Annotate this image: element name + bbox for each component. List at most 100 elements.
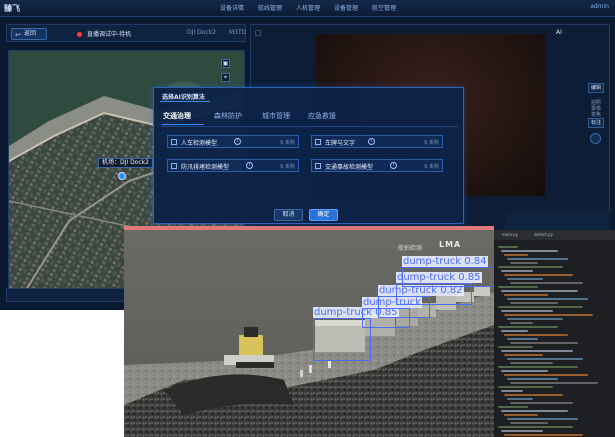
dialog-divider	[162, 126, 458, 127]
code-line	[507, 318, 563, 320]
active-tab-indicator	[162, 124, 204, 125]
code-line	[504, 354, 543, 356]
nav-tab-route[interactable]: 航线管理	[253, 3, 287, 14]
code-line	[507, 418, 578, 420]
info-icon[interactable]: i	[368, 138, 375, 145]
top-navigation-bar: 臻飞 设备详情 航线管理 人机管理 设备管理 航空管理 admin	[0, 0, 615, 17]
model-option-person-vehicle[interactable]: 人车检测模型 i 0 未购	[167, 135, 299, 148]
tab-forest[interactable]: 森林防护	[214, 111, 242, 121]
cancel-button[interactable]: 取消	[274, 209, 303, 221]
code-line	[501, 410, 568, 412]
user-name[interactable]: admin	[590, 3, 609, 10]
code-line	[501, 370, 548, 372]
flight-control-panel	[505, 212, 610, 230]
settings-icon[interactable]	[590, 133, 601, 144]
info-icon[interactable]: i	[390, 162, 397, 169]
model-option-plate-text[interactable]: 车牌与文字 i 0 未购	[311, 135, 443, 148]
nav-tab-airspace[interactable]: 航空管理	[367, 3, 401, 14]
code-line	[510, 322, 533, 324]
editor-tab-main[interactable]: main.py	[502, 232, 518, 238]
code-line	[510, 262, 538, 264]
code-line	[504, 334, 568, 336]
code-line	[504, 374, 588, 376]
back-button[interactable]: ↩ 返回	[11, 28, 47, 40]
back-button-label: 返回	[24, 30, 37, 37]
confirm-button[interactable]: 确定	[309, 209, 338, 221]
fullscreen-icon[interactable]: □	[255, 29, 262, 37]
code-line	[498, 366, 578, 368]
code-line	[510, 302, 558, 304]
code-line	[501, 390, 523, 392]
nav-tab-device-detail[interactable]: 设备详情	[215, 3, 249, 14]
code-line	[510, 402, 573, 404]
model-label: 人车检测模型	[181, 140, 218, 147]
code-line	[498, 386, 553, 388]
ai-toggle[interactable]: AI	[556, 29, 562, 36]
code-line	[504, 254, 528, 256]
model-status: 0 未购	[280, 164, 295, 170]
code-line	[504, 414, 538, 416]
tab-emergency[interactable]: 应急救援	[308, 111, 336, 121]
code-line	[501, 270, 533, 272]
tab-city[interactable]: 城市管理	[262, 111, 290, 121]
code-line	[510, 342, 578, 344]
info-icon[interactable]: i	[246, 162, 253, 169]
model-status: 0 未购	[424, 164, 439, 170]
detection-video-window: 航拍检测 LMA dump-truck 0.85 dump-truck dump…	[124, 226, 494, 437]
ai-algorithm-dialog: 选择AI识别算法 交通治理 森林防护 城市管理 应急救援 人车检测模型 i 0 …	[153, 87, 464, 224]
code-line	[498, 426, 573, 428]
tab-traffic[interactable]: 交通治理	[163, 111, 191, 121]
code-line	[498, 346, 533, 348]
camera-controls-text: 拍照 录像 变焦	[591, 100, 602, 118]
model-checkbox[interactable]	[315, 163, 321, 169]
code-line	[507, 298, 588, 300]
code-line	[498, 326, 558, 328]
code-line	[510, 382, 598, 384]
code-line	[504, 314, 593, 316]
code-line	[507, 278, 543, 280]
code-line	[507, 258, 568, 260]
code-line	[501, 350, 573, 352]
model-checkbox[interactable]	[171, 163, 177, 169]
edit-side-button[interactable]: 编辑	[588, 83, 604, 93]
model-checkbox[interactable]	[315, 139, 321, 145]
code-line	[498, 266, 563, 268]
code-line	[498, 246, 518, 248]
map-layer-button[interactable]: ▣	[221, 59, 230, 68]
dock-name: DJI Dock2	[187, 29, 216, 36]
model-status: 0 未购	[424, 140, 439, 146]
editor-tab-bar: main.py detect.py	[494, 230, 615, 240]
model-label: 交通事故检测模型	[325, 164, 374, 171]
code-line	[501, 290, 578, 292]
code-line	[507, 398, 533, 400]
editor-tab-detect[interactable]: detect.py	[534, 232, 553, 238]
map-toolbar: ↩ 返回 直播调试中-待机 DJI Dock2 M3TD	[6, 24, 246, 42]
record-status-icon	[77, 32, 82, 37]
code-line	[498, 286, 538, 288]
code-line	[501, 250, 558, 252]
code-line	[498, 406, 528, 408]
nav-tab-crew[interactable]: 人机管理	[291, 3, 325, 14]
drone-model: M3TD	[229, 29, 247, 36]
model-checkbox[interactable]	[171, 139, 177, 145]
code-line	[507, 358, 583, 360]
model-option-accident[interactable]: 交通事故检测模型 i 0 未购	[311, 159, 443, 172]
map-locate-button[interactable]: ⌖	[221, 73, 230, 82]
model-option-flood[interactable]: 防汛排堵检测模型 i 0 未购	[167, 159, 299, 172]
annotate-side-button[interactable]: 标注	[588, 118, 604, 128]
code-line	[504, 274, 573, 276]
code-line	[510, 362, 553, 364]
dock-map-label: 机场：DJI Dock2	[98, 158, 153, 168]
model-label: 车牌与文字	[325, 140, 356, 147]
drone-location-icon[interactable]	[118, 172, 126, 180]
detection-label: dump-truck 0.84	[402, 256, 488, 267]
code-line	[504, 394, 563, 396]
code-line	[501, 330, 528, 332]
code-line	[510, 422, 548, 424]
code-line	[510, 282, 583, 284]
info-icon[interactable]: i	[234, 138, 241, 145]
code-line	[501, 430, 543, 432]
nav-tab-device[interactable]: 设备管理	[329, 3, 363, 14]
dialog-title: 选择AI识别算法	[162, 94, 205, 101]
app-logo: 臻飞	[4, 4, 20, 13]
